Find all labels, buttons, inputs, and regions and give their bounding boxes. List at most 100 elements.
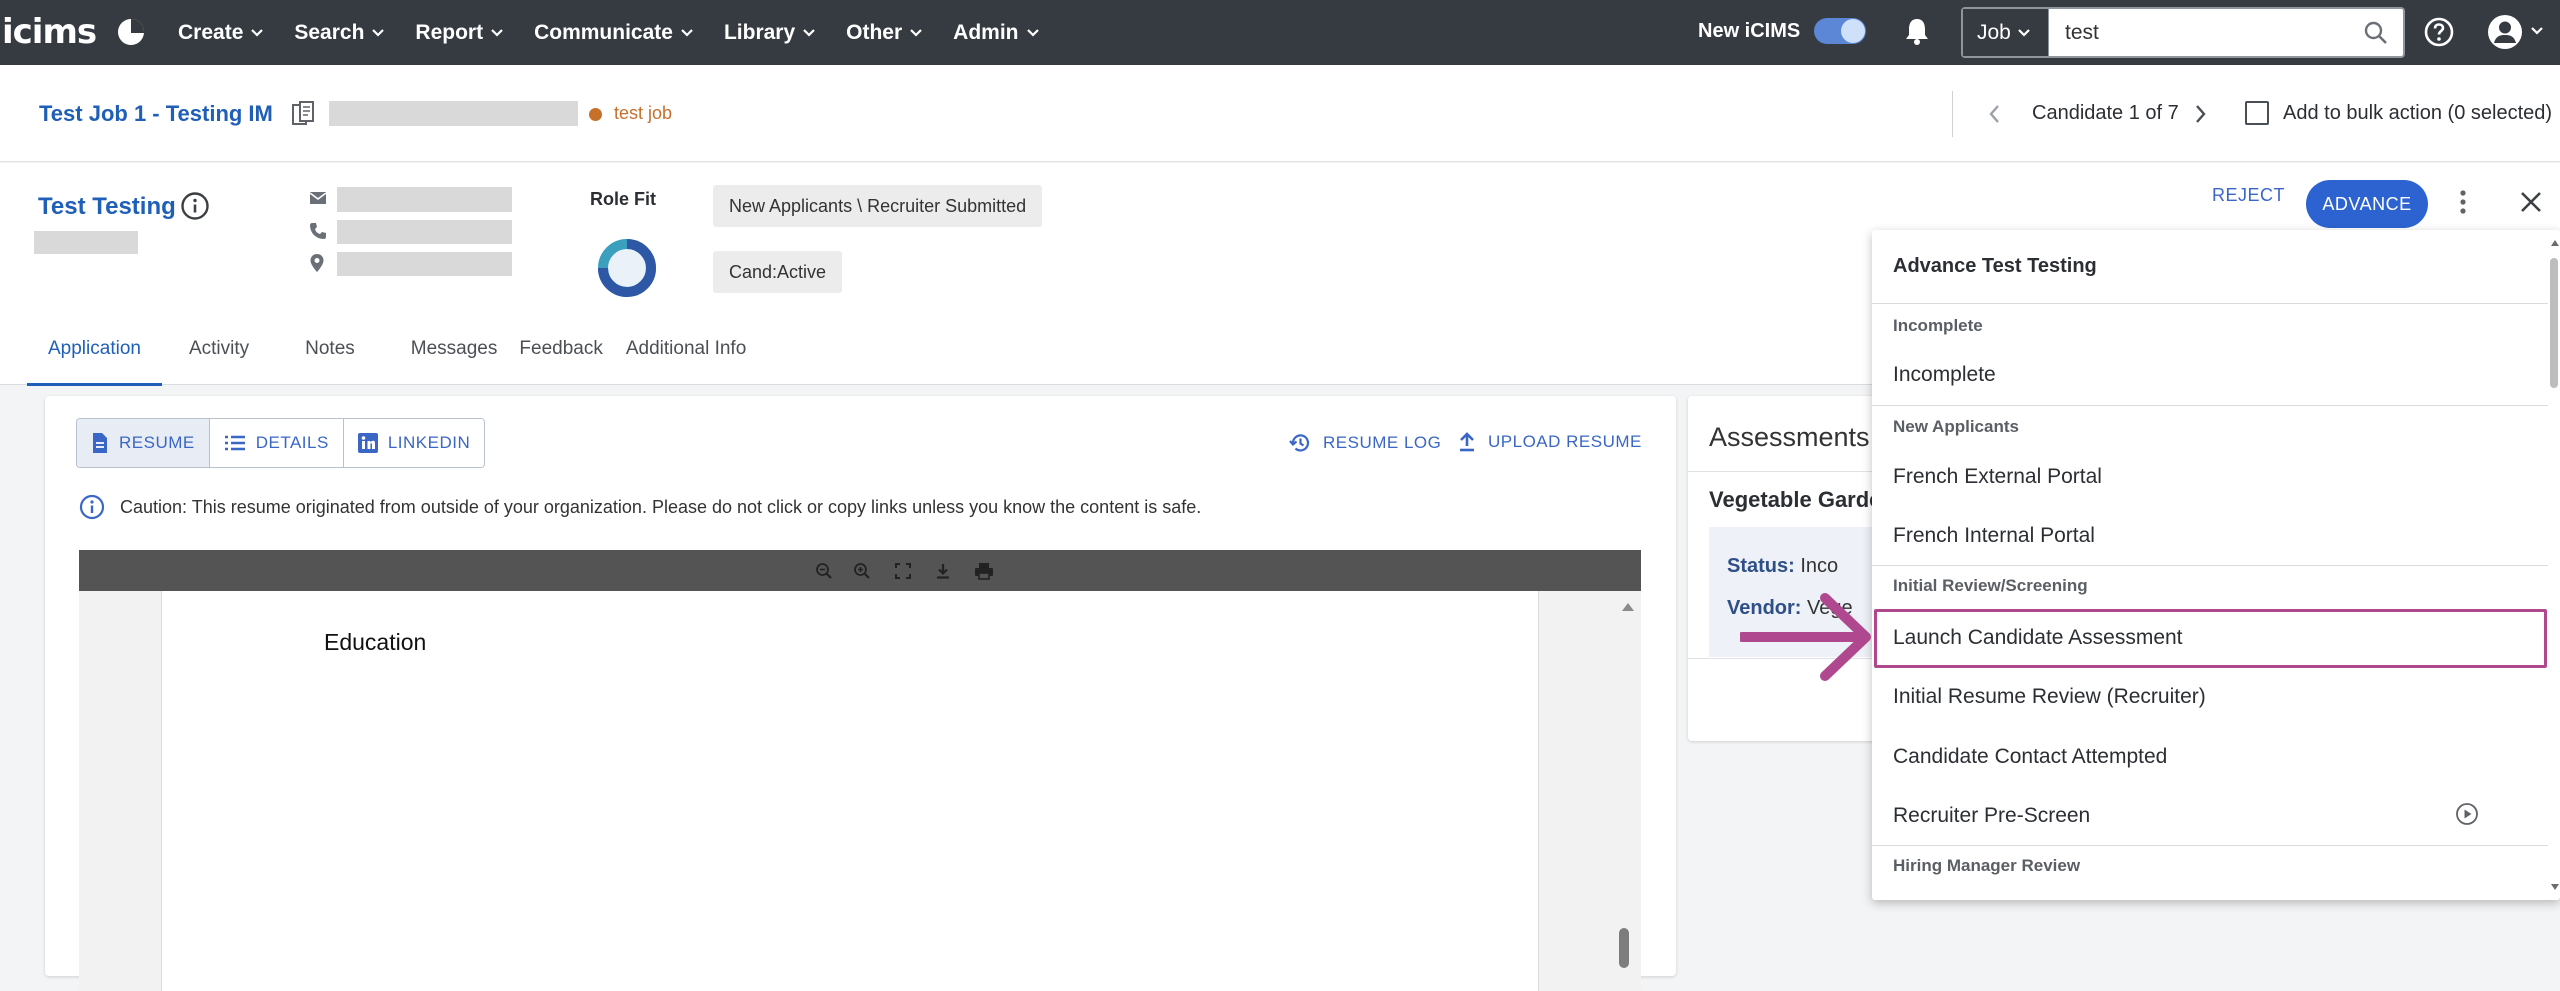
assessment-name: Vegetable Garde	[1709, 487, 1882, 512]
scrollbar-thumb[interactable]	[1619, 928, 1629, 968]
phone-icon	[309, 222, 327, 240]
candidate-tabs: Application Activity Notes Messages Feed…	[27, 313, 754, 386]
advance-button[interactable]: ADVANCE	[2306, 180, 2428, 228]
menu-other[interactable]: Other	[846, 21, 923, 45]
tab-application[interactable]: Application	[27, 313, 162, 386]
menu-label: Admin	[953, 20, 1019, 44]
redacted-email	[337, 187, 512, 212]
search-icon[interactable]	[2363, 20, 2389, 46]
document-viewer-toolbar	[79, 550, 1641, 591]
resume-log-button[interactable]: RESUME LOG	[1289, 432, 1441, 454]
menu-library[interactable]: Library	[724, 21, 816, 45]
tab-messages[interactable]: Messages	[386, 313, 511, 385]
status-option-initial-resume-review[interactable]: Initial Resume Review (Recruiter)	[1893, 685, 2206, 709]
reject-button[interactable]: REJECT	[2212, 185, 2285, 206]
info-icon[interactable]	[180, 191, 210, 221]
bulk-action-label: Add to bulk action (0 selected)	[2283, 102, 2553, 124]
icims-logo[interactable]: icims	[2, 12, 97, 52]
menu-admin[interactable]: Admin	[953, 21, 1039, 45]
search-input[interactable]: test	[2049, 9, 2403, 56]
new-icims-toggle[interactable]	[1814, 18, 1866, 44]
tab-additional-info[interactable]: Additional Info	[624, 313, 754, 385]
upload-icon	[1460, 432, 1474, 452]
details-view-button[interactable]: DETAILS	[209, 419, 344, 467]
chevron-down-icon	[681, 28, 693, 37]
role-fit-label: Role Fit	[590, 189, 656, 209]
tab-notes[interactable]: Notes	[282, 313, 386, 385]
divider	[1872, 405, 2548, 406]
divider	[1872, 845, 2548, 846]
play-circle-icon[interactable]	[2455, 802, 2479, 826]
main-menu: Create Search Report Communicate Library…	[178, 0, 1070, 65]
redacted-field	[329, 101, 578, 126]
zoom-in-icon[interactable]	[853, 562, 871, 580]
job-status-dot	[589, 108, 602, 121]
bell-icon[interactable]	[1903, 16, 1931, 46]
help-icon[interactable]	[2423, 16, 2455, 48]
assessments-title: Assessments	[1709, 422, 1870, 452]
tab-activity[interactable]: Activity	[162, 313, 282, 385]
next-candidate-icon[interactable]	[2192, 103, 2208, 125]
toggle-knob	[1841, 19, 1865, 43]
menu-search[interactable]: Search	[294, 21, 385, 45]
linkedin-view-label: LINKEDIN	[387, 433, 471, 452]
menu-create[interactable]: Create	[178, 21, 264, 45]
print-icon[interactable]	[974, 562, 994, 580]
divider	[1872, 303, 2548, 304]
candidate-name-link[interactable]: Test Testing	[38, 193, 176, 221]
top-navigation-bar: icims Create Search Report Communicate L…	[0, 0, 2560, 65]
chevron-down-icon[interactable]	[2530, 26, 2544, 36]
scroll-up-arrow-icon[interactable]	[2550, 238, 2560, 248]
job-document-icon[interactable]	[291, 101, 317, 127]
status-group-new-applicants: New Applicants	[1893, 417, 2019, 436]
candidate-status-chip[interactable]: Cand:Active	[713, 251, 843, 293]
status-option-launch-candidate-assessment[interactable]: Launch Candidate Assessment	[1893, 626, 2183, 650]
resume-section-heading: Education	[324, 629, 427, 655]
global-search: Job test	[1961, 7, 2405, 58]
search-scope-value: Job	[1977, 20, 2011, 44]
fullscreen-icon[interactable]	[894, 562, 912, 580]
chevron-down-icon	[910, 28, 922, 37]
bulk-action-checkbox[interactable]	[2245, 101, 2269, 125]
assessment-status: Status: Inco	[1727, 555, 1838, 578]
upload-resume-label: UPLOAD RESUME	[1488, 432, 1642, 451]
previous-candidate-icon[interactable]	[1987, 103, 2003, 125]
zoom-out-icon[interactable]	[815, 562, 833, 580]
resume-log-label: RESUME LOG	[1323, 433, 1442, 452]
scroll-up-arrow-icon[interactable]	[1621, 601, 1635, 613]
resume-view-label: RESUME	[119, 433, 195, 452]
status-option-incomplete[interactable]: Incomplete	[1893, 363, 1996, 387]
info-icon	[79, 494, 105, 520]
linkedin-view-button[interactable]: LINKEDIN	[343, 419, 485, 467]
more-options-icon[interactable]	[2457, 187, 2469, 217]
email-icon	[309, 190, 327, 206]
status-option-french-internal-portal[interactable]: French Internal Portal	[1893, 524, 2095, 548]
status-chip[interactable]: New Applicants \ Recruiter Submitted	[713, 185, 1043, 227]
role-fit-ring[interactable]	[592, 233, 662, 303]
job-title-link[interactable]: Test Job 1 - Testing IM	[39, 101, 273, 127]
chevron-down-icon	[803, 28, 815, 37]
menu-report[interactable]: Report	[415, 21, 504, 45]
close-icon[interactable]	[2518, 189, 2544, 215]
assessment-status-value: Inco	[1800, 555, 1839, 577]
download-icon[interactable]	[934, 562, 952, 580]
resume-caution-text: Caution: This resume originated from out…	[120, 497, 1202, 517]
job-status-tag: test job	[614, 103, 673, 123]
status-group-incomplete: Incomplete	[1893, 316, 1983, 335]
status-option-recruiter-pre-screen[interactable]: Recruiter Pre-Screen	[1893, 804, 2090, 828]
dashboard-pie-icon[interactable]	[116, 17, 146, 47]
chevron-down-icon	[1026, 28, 1039, 37]
status-option-french-external-portal[interactable]: French External Portal	[1893, 465, 2102, 489]
dropdown-scrollbar-thumb[interactable]	[2550, 258, 2558, 388]
resume-view-button[interactable]: RESUME	[77, 419, 210, 467]
menu-communicate[interactable]: Communicate	[534, 21, 694, 45]
search-scope-select[interactable]: Job	[1963, 9, 2049, 56]
scroll-down-arrow-icon[interactable]	[2550, 882, 2560, 892]
tab-feedback[interactable]: Feedback	[510, 313, 623, 385]
upload-resume-button[interactable]: UPLOAD RESUME	[1458, 432, 1642, 452]
pointer-arrow-icon	[1740, 592, 1872, 682]
details-view-label: DETAILS	[255, 433, 329, 452]
status-option-candidate-contact-attempted[interactable]: Candidate Contact Attempted	[1893, 745, 2167, 769]
document-viewer[interactable]: Education	[79, 591, 1641, 991]
user-account-icon[interactable]	[2486, 13, 2524, 51]
